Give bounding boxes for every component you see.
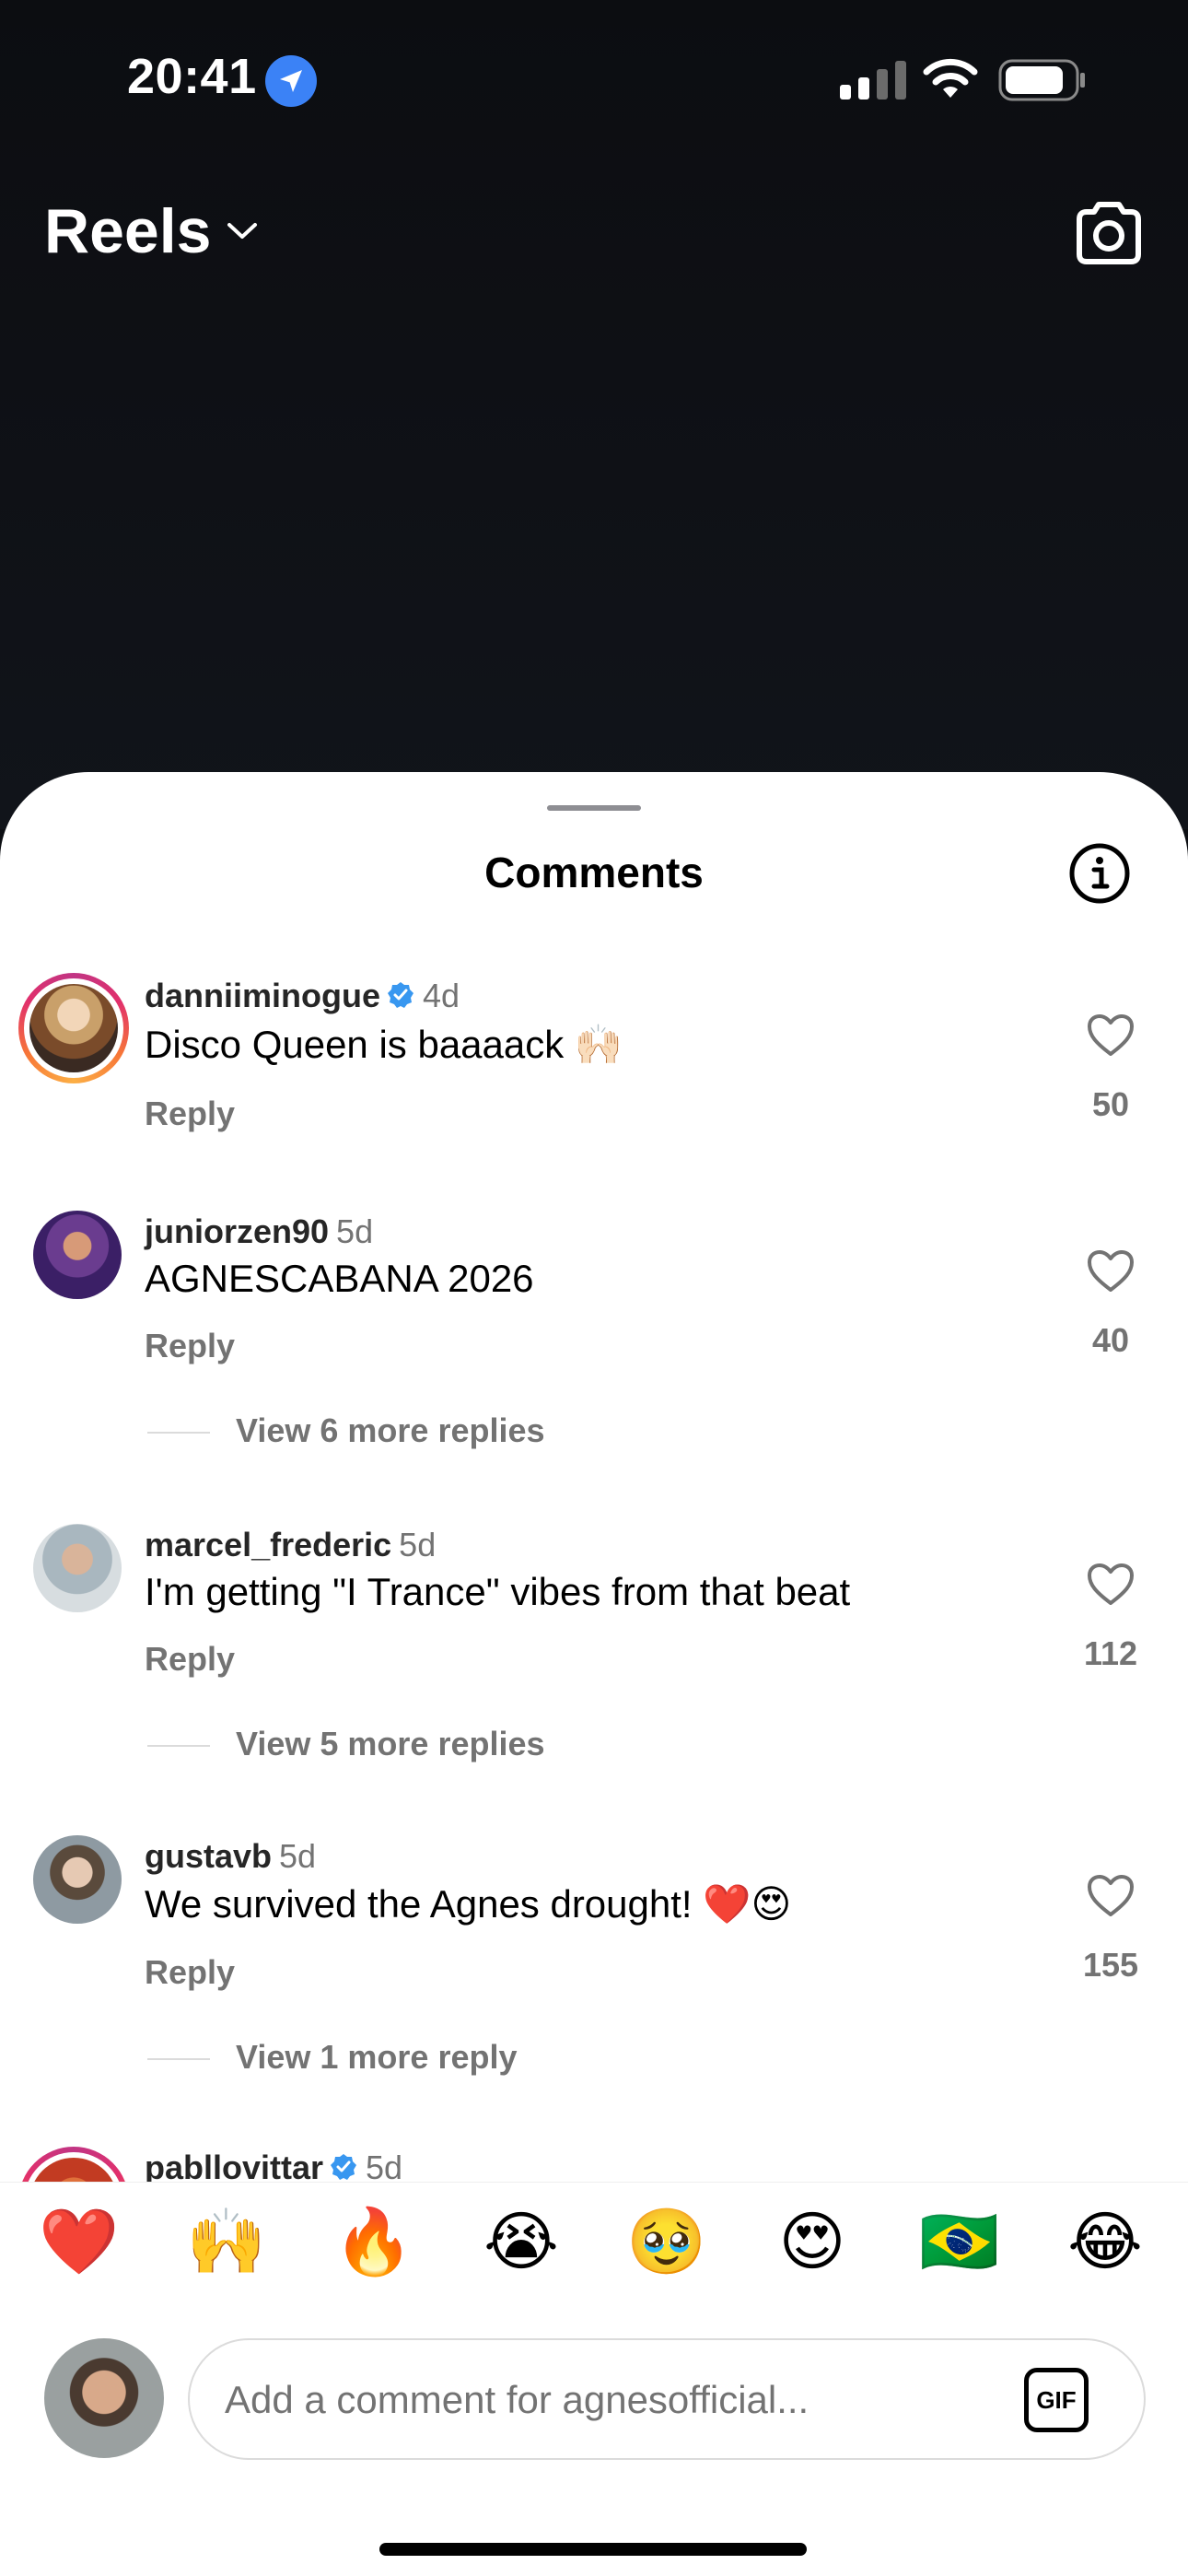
gif-button[interactable]: GIF (1024, 2368, 1089, 2432)
battery-icon (998, 59, 1085, 101)
status-bar: 20:41 (0, 0, 1188, 157)
avatar-story-ring[interactable] (18, 973, 129, 1083)
comment-time: 4d (423, 977, 460, 1014)
replies-divider (147, 1432, 210, 1434)
verified-badge-icon (331, 2154, 357, 2181)
like-count: 112 (1083, 1634, 1138, 1672)
comment-time: 5d (399, 1526, 437, 1563)
replies-divider (147, 2058, 210, 2060)
avatar[interactable] (33, 1835, 122, 1924)
camera-icon[interactable] (1072, 195, 1146, 269)
comment-time: 5d (279, 1837, 317, 1875)
heart-icon[interactable] (1087, 1013, 1135, 1058)
avatar-story-ring[interactable] (18, 2147, 129, 2182)
comment-text: I'm getting "I Trance" vibes from that b… (145, 1570, 851, 1613)
replies-divider (147, 1745, 210, 1747)
comment-username[interactable]: juniorzen90 5d (145, 1212, 373, 1251)
view-more-replies-button[interactable]: View 6 more replies (236, 1411, 545, 1450)
avatar (29, 984, 118, 1072)
heart-icon[interactable] (1087, 1249, 1135, 1294)
like-count: 50 (1091, 1085, 1130, 1123)
like-count: 40 (1091, 1321, 1130, 1359)
comment-username[interactable]: danniiminogue 4d (145, 977, 460, 1015)
comment-time: 5d (336, 1212, 374, 1250)
emoji-red-heart[interactable]: ❤️ (33, 2205, 125, 2278)
reply-button[interactable]: Reply (145, 1327, 235, 1365)
avatar[interactable] (33, 1524, 122, 1612)
reply-button[interactable]: Reply (145, 1095, 235, 1133)
comments-list[interactable]: danniiminogue 4d Disco Queen is baaaack 🙌… (0, 772, 1188, 2182)
avatar (29, 2158, 118, 2182)
comment-input[interactable] (225, 2368, 980, 2432)
chevron-down-icon[interactable] (227, 221, 258, 241)
heart-icon[interactable] (1087, 1563, 1135, 1607)
reels-title[interactable]: Reels (44, 195, 211, 267)
emoji-tears-of-joy[interactable]: 😂 (1059, 2205, 1151, 2278)
comment-text: Disco Queen is baaaack 🙌🏻 (145, 1023, 623, 1066)
comment-text: We survived the Agnes drought! ❤️😍 (145, 1882, 792, 1926)
emoji-holding-back-tears[interactable]: 🥹 (621, 2205, 713, 2278)
comment-time: 5d (366, 2149, 403, 2182)
status-time: 20:41 (127, 49, 257, 104)
comment-username[interactable]: gustavb 5d (145, 1837, 316, 1876)
view-more-replies-button[interactable]: View 1 more reply (236, 2038, 518, 2077)
emoji-fire[interactable]: 🔥 (328, 2205, 420, 2278)
comment-username[interactable]: marcel_frederic 5d (145, 1526, 436, 1564)
reply-button[interactable]: Reply (145, 1640, 235, 1679)
home-indicator (379, 2543, 807, 2556)
comment-text: AGNESCABANA 2026 (145, 1257, 534, 1300)
comments-sheet: Comments danniiminogue 4d Disco Queen is … (0, 772, 1188, 2576)
verified-badge-icon (388, 982, 413, 1009)
emoji-quick-bar: ❤️ 🙌 🔥 😭 🥹 😍 🇧🇷 😂 (0, 2182, 1188, 2292)
like-count: 155 (1082, 1946, 1139, 1984)
heart-icon[interactable] (1087, 1874, 1135, 1918)
wifi-icon (923, 58, 978, 98)
emoji-heart-eyes[interactable]: 😍 (766, 2205, 858, 2278)
comment-username[interactable]: pabllovittar 5d (145, 2149, 402, 2182)
current-user-avatar (44, 2338, 164, 2458)
comment-input-box: GIF (188, 2338, 1146, 2460)
emoji-brazil-flag[interactable]: 🇧🇷 (914, 2205, 1006, 2278)
cellular-signal-icon (840, 61, 906, 100)
emoji-raising-hands[interactable]: 🙌 (181, 2205, 273, 2278)
avatar[interactable] (33, 1211, 122, 1299)
location-arrow-icon (265, 55, 317, 107)
reply-button[interactable]: Reply (145, 1953, 235, 1992)
emoji-crying-face[interactable]: 😭 (475, 2205, 567, 2278)
view-more-replies-button[interactable]: View 5 more replies (236, 1725, 545, 1763)
